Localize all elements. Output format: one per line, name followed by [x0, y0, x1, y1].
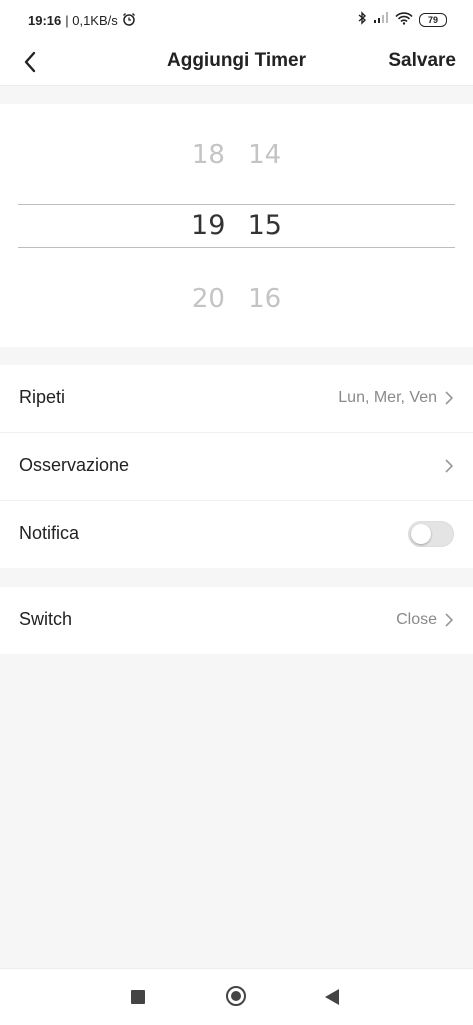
home-button[interactable] [226, 986, 246, 1006]
picker-selection-line-top [18, 204, 455, 205]
note-row[interactable]: Osservazione [0, 433, 473, 501]
settings-group: Ripeti Lun, Mer, Ven Osservazione Notifi… [0, 365, 473, 568]
repeat-value: Lun, Mer, Ven [338, 389, 437, 406]
picker-selection-line-bottom [18, 247, 455, 248]
alarm-icon [122, 12, 136, 29]
battery-level: 79 [427, 14, 438, 25]
status-bar: 19:16 | 0,1KB/s 79 [0, 0, 473, 40]
signal-icon [373, 12, 389, 27]
status-time: 19:16 [28, 13, 62, 28]
repeat-row[interactable]: Ripeti Lun, Mer, Ven [0, 365, 473, 433]
picker-minute[interactable]: 14 [241, 140, 289, 170]
recents-button[interactable] [131, 990, 145, 1004]
chevron-right-icon [445, 391, 454, 405]
note-label: Osservazione [19, 455, 130, 475]
switch-group: Switch Close [0, 587, 473, 654]
save-button[interactable]: Salvare [388, 50, 456, 72]
picker-hour[interactable]: 20 [184, 284, 232, 314]
notification-row: Notifica [0, 501, 473, 568]
chevron-right-icon [445, 613, 454, 627]
picker-row-selected[interactable]: 19 15 [0, 210, 473, 241]
picker-row-next[interactable]: 20 16 [0, 284, 473, 314]
switch-label: Switch [19, 609, 73, 629]
switch-row[interactable]: Switch Close [0, 587, 473, 654]
picker-minute[interactable]: 16 [241, 284, 289, 314]
switch-value: Close [396, 611, 437, 628]
battery-icon: 79 [419, 12, 447, 27]
notification-toggle[interactable] [408, 521, 454, 547]
notification-label: Notifica [19, 523, 80, 543]
repeat-label: Ripeti [19, 387, 66, 407]
picker-hour[interactable]: 18 [184, 140, 232, 170]
chevron-right-icon [445, 459, 454, 473]
app-header: Aggiungi Timer Salvare [0, 40, 473, 86]
wifi-icon [395, 11, 413, 28]
time-picker[interactable]: 18 14 19 15 20 16 [0, 104, 473, 347]
bluetooth-icon [357, 11, 367, 28]
system-back-button[interactable] [325, 989, 339, 1005]
network-speed: | 0,1KB/s [65, 13, 118, 28]
system-nav-bar [0, 968, 473, 1025]
picker-minute[interactable]: 15 [241, 210, 289, 241]
picker-row-previous[interactable]: 18 14 [0, 140, 473, 170]
picker-hour[interactable]: 19 [184, 210, 232, 241]
toggle-knob [411, 524, 431, 544]
